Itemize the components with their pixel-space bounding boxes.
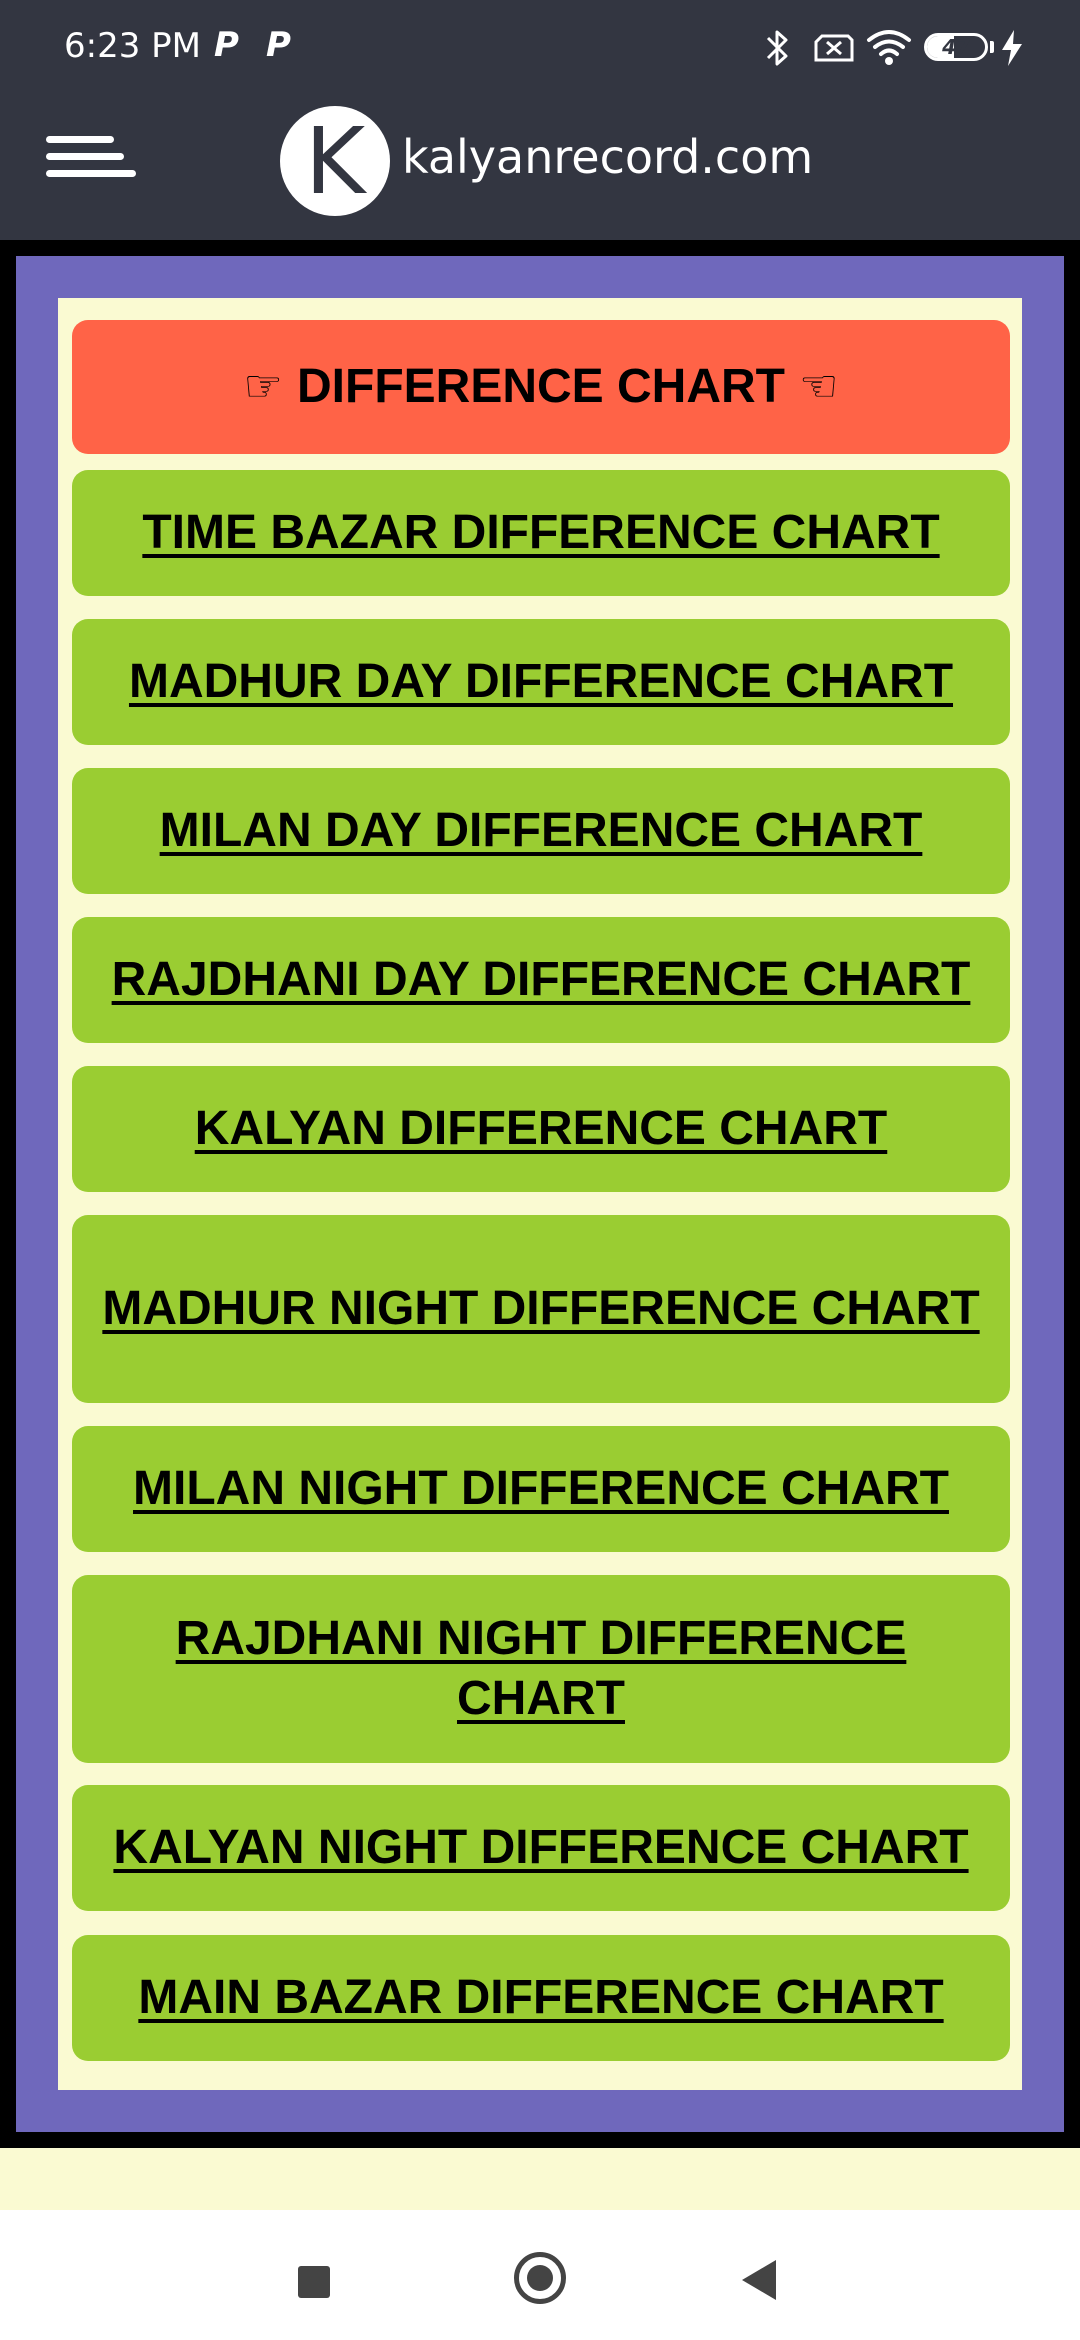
status-bar: 6:23 PM P P 47 <box>0 0 1080 96</box>
link-main-bazar-difference-chart[interactable]: MAIN BAZAR DIFFERENCE CHART <box>72 1935 1010 2061</box>
hamburger-menu-icon[interactable] <box>46 136 136 192</box>
site-name[interactable]: kalyanrecord.com <box>402 130 813 184</box>
site-logo[interactable]: K <box>280 106 390 216</box>
pointing-left-hand-icon: ☜ <box>799 361 839 412</box>
system-nav-bar <box>0 2210 1080 2340</box>
link-madhur-night-difference-chart[interactable]: MADHUR NIGHT DIFFERENCE CHART <box>72 1215 1010 1403</box>
difference-chart-title: ☞ DIFFERENCE CHART ☜ <box>72 320 1010 454</box>
link-kalyan-night-difference-chart[interactable]: KALYAN NIGHT DIFFERENCE CHART <box>72 1785 1010 1911</box>
no-sim-icon <box>814 34 854 62</box>
charging-icon <box>1002 30 1022 66</box>
content-border: ☞ DIFFERENCE CHART ☜ TIME BAZAR DIFFEREN… <box>16 256 1064 2132</box>
link-madhur-day-difference-chart[interactable]: MADHUR DAY DIFFERENCE CHART <box>72 619 1010 745</box>
link-milan-day-difference-chart[interactable]: MILAN DAY DIFFERENCE CHART <box>72 768 1010 894</box>
title-label: DIFFERENCE CHART <box>297 360 785 413</box>
wifi-icon <box>867 30 911 65</box>
link-rajdhani-night-difference-chart[interactable]: RAJDHANI NIGHT DIFFERENCE CHART <box>72 1575 1010 1763</box>
notification-p-icon: P <box>266 25 291 65</box>
recent-apps-icon[interactable] <box>298 2266 330 2298</box>
link-kalyan-difference-chart[interactable]: KALYAN DIFFERENCE CHART <box>72 1066 1010 1192</box>
pointing-right-hand-icon: ☞ <box>243 361 283 412</box>
link-time-bazar-difference-chart[interactable]: TIME BAZAR DIFFERENCE CHART <box>72 470 1010 596</box>
battery-level: 47 <box>942 35 970 59</box>
top-bar: 6:23 PM P P 47 K kalyanrecord.com <box>0 0 1080 240</box>
status-time: 6:23 PM <box>64 26 201 66</box>
content-frame: ☞ DIFFERENCE CHART ☜ TIME BAZAR DIFFEREN… <box>0 240 1080 2148</box>
notification-p-icon: P <box>214 25 239 65</box>
back-icon[interactable] <box>742 2260 776 2300</box>
bluetooth-icon <box>766 30 788 66</box>
link-rajdhani-day-difference-chart[interactable]: RAJDHANI DAY DIFFERENCE CHART <box>72 917 1010 1043</box>
battery-icon: 47 <box>924 33 988 61</box>
battery-tip <box>990 41 994 53</box>
app-header: K kalyanrecord.com <box>0 96 1080 240</box>
chart-list-panel: ☞ DIFFERENCE CHART ☜ TIME BAZAR DIFFEREN… <box>58 298 1022 2090</box>
link-milan-night-difference-chart[interactable]: MILAN NIGHT DIFFERENCE CHART <box>72 1426 1010 1552</box>
home-icon[interactable] <box>514 2252 566 2304</box>
